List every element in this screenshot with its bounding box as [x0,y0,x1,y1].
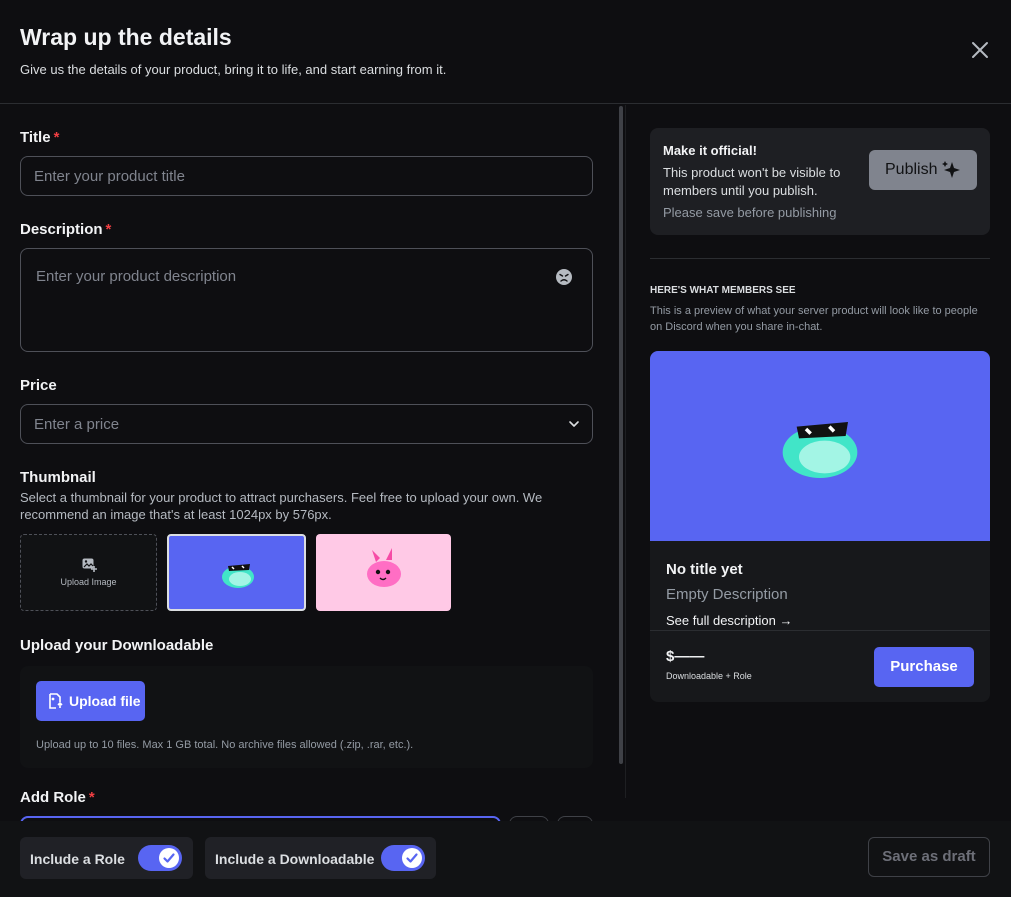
thumbnail-option-bunny[interactable] [316,534,451,611]
toggle-knob [159,848,179,868]
column-divider [625,105,626,798]
modal-title: Wrap up the details [20,24,232,50]
right-divider [650,258,990,259]
role-label: Add Role * [20,789,95,806]
price-placeholder: Enter a price [34,416,120,433]
preview-divider [650,630,990,631]
product-preview-card: No title yet Empty Description See full … [650,351,990,702]
file-upload-icon [49,693,63,709]
emoji-icon[interactable] [555,268,573,286]
description-placeholder: Enter your product description [36,268,237,285]
form-scrollbar[interactable] [619,106,623,764]
preview-includes: Downloadable + Role [666,671,752,681]
arrow-right-icon: → [779,613,793,628]
save-as-draft-button[interactable]: Save as draft [868,837,990,877]
include-downloadable-toggle[interactable] [381,845,425,871]
frog-sticker-icon [222,564,254,588]
include-role-toggle[interactable] [138,845,182,871]
include-role-toggle-card: Include a Role [20,837,193,879]
preview-product-title: No title yet [666,561,743,578]
modal-subtitle: Give us the details of your product, bri… [20,62,447,77]
publish-button[interactable]: Publish [869,150,977,190]
bunny-sticker-icon [367,548,401,587]
publish-card-title: Make it official! [663,143,757,158]
footer-bar: Include a Role Include a Downloadable Sa… [0,821,1011,897]
preview-price: $—— [666,648,705,665]
product-form: Title * Enter your product title Descript… [0,105,617,821]
toggle-knob [402,848,422,868]
include-downloadable-toggle-card: Include a Downloadable [205,837,436,879]
upload-image-tile[interactable]: Upload Image [20,534,157,611]
thumbnail-label: Thumbnail [20,469,96,486]
upload-help: Upload up to 10 files. Max 1 GB total. N… [36,739,414,751]
downloadable-box: Upload file Upload up to 10 files. Max 1… [20,666,593,768]
title-input[interactable]: Enter your product title [20,156,593,196]
preview-product-description: Empty Description [666,586,788,603]
sparkle-icon [942,161,960,178]
upload-image-label: Upload Image [60,577,117,587]
publish-card-note: Please save before publishing [663,205,837,220]
upload-file-label: Upload file [69,693,141,709]
title-placeholder: Enter your product title [34,168,185,185]
description-label: Description * [20,221,112,238]
chevron-down-icon [569,421,579,427]
frog-sticker-large-icon [782,422,858,478]
check-icon [406,853,418,863]
include-downloadable-label: Include a Downloadable [215,851,375,867]
publish-label: Publish [885,161,938,178]
image-add-icon [82,558,97,572]
downloadable-label: Upload your Downloadable [20,637,214,654]
thumbnail-help: Select a thumbnail for your product to a… [20,490,543,522]
include-role-label: Include a Role [30,851,125,867]
thumbnail-option-frog[interactable] [167,534,306,611]
close-icon[interactable] [969,39,991,61]
purchase-button[interactable]: Purchase [874,647,974,687]
see-full-description-link[interactable]: See full description → [666,613,792,628]
publish-card-text: This product won't be visible to members… [663,165,841,198]
check-icon [163,853,175,863]
upload-file-button[interactable]: Upload file [36,681,145,721]
price-label: Price [20,377,57,394]
modal-header: Wrap up the details Give us the details … [0,0,1011,104]
title-label: Title * [20,129,60,146]
price-select[interactable]: Enter a price [20,404,593,444]
preview-description: This is a preview of what your server pr… [650,305,978,333]
preview-image [650,351,990,541]
preview-heading: HERE'S WHAT MEMBERS SEE [650,285,796,296]
publish-card: Make it official! This product won't be … [650,128,990,235]
description-input[interactable]: Enter your product description [20,248,593,352]
